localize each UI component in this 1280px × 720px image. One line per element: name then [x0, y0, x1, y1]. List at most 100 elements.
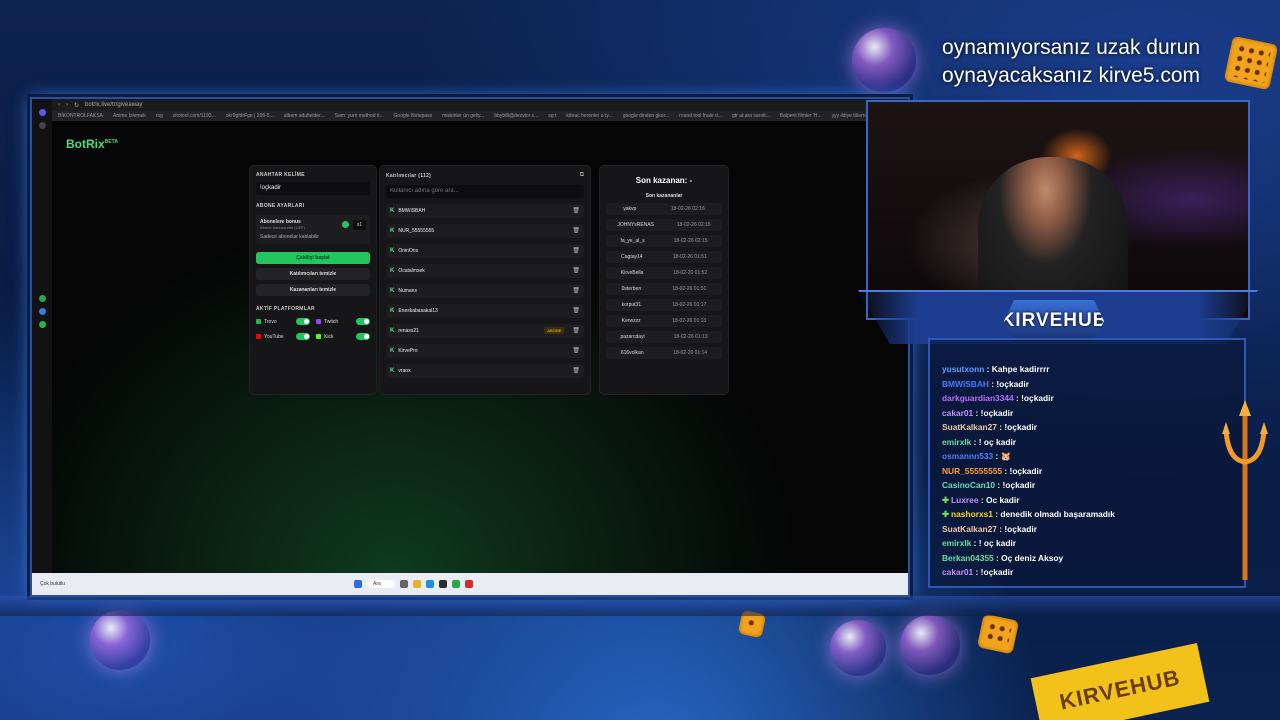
chat-username[interactable]: CasinoCan10 — [942, 480, 995, 490]
platform-toggle[interactable] — [296, 318, 310, 325]
chat-username[interactable]: BMWiSBAH — [942, 379, 989, 389]
task-view-icon[interactable] — [399, 580, 408, 588]
bookmark-item[interactable]: google dindon gkur... — [623, 113, 669, 119]
decor-bubble-icon — [900, 615, 960, 675]
chat-separator: : — [973, 567, 981, 577]
chat-username[interactable]: darkguardian3344 — [942, 393, 1014, 403]
participant-row[interactable]: K Ocatalmsek 🗑 — [386, 263, 584, 278]
bookmark-item[interactable]: miskinler ün geliy... — [442, 113, 484, 119]
opera-icon[interactable] — [464, 580, 473, 588]
participant-row[interactable]: K Eneskabasakal13 🗑 — [386, 303, 584, 318]
participant-search-input[interactable] — [386, 184, 584, 198]
chat-message: emirxlk : ! oç kadir — [942, 435, 1244, 450]
browser-address-bar[interactable]: ‹ › ↻ botrix.live/tr/giveaway — [32, 99, 908, 111]
decor-dice-icon — [1223, 35, 1279, 91]
chat-username[interactable]: yusutxonn — [942, 364, 984, 374]
sub-bonus-desc: Abone bonusu etki (OFF) — [260, 225, 305, 230]
trash-icon[interactable]: 🗑 — [572, 307, 580, 314]
chat-username[interactable]: cakar01 — [942, 408, 973, 418]
platform-youtube: YouTube — [256, 333, 310, 340]
platform-toggle[interactable] — [356, 318, 370, 325]
weather-widget[interactable]: Çok bulutlu — [40, 581, 65, 587]
trash-icon[interactable]: 🗑 — [572, 227, 580, 234]
bookmark-item[interactable]: BİKONTROLFAKSA — [58, 113, 103, 119]
spotify-icon[interactable] — [38, 321, 46, 328]
keyword-input[interactable]: !oçkadir — [256, 182, 370, 195]
url-text[interactable]: botrix.live/tr/giveaway — [85, 102, 142, 108]
winner-row: korput31 18-02-26 01:17 — [606, 299, 722, 311]
chat-text: denedik olmadı başaramadık — [1000, 509, 1115, 519]
bookmark-item[interactable]: kibrac herenler a ty... — [566, 113, 612, 119]
chat-username[interactable]: NUR_55555555 — [942, 466, 1002, 476]
bookmark-item[interactable]: round tool fnale d... — [679, 113, 722, 119]
kirvehub-logo: KIRVEHUB — [1004, 300, 1104, 342]
winner-row: 616volkan 18-02-26 01:14 — [606, 347, 722, 359]
whatsapp-icon[interactable] — [38, 295, 46, 302]
trash-icon[interactable]: 🗑 — [572, 247, 580, 254]
multiplier-select[interactable]: x1 — [352, 219, 366, 230]
file-explorer-icon[interactable] — [412, 580, 421, 588]
chat-username[interactable]: nashorxs1 — [951, 509, 993, 519]
windows-taskbar: Çok bulutlu Ara — [32, 573, 908, 595]
chat-username[interactable]: emirxlk — [942, 538, 971, 548]
platform-toggle[interactable] — [296, 333, 310, 340]
chat-username[interactable]: osmannn533 — [942, 451, 993, 461]
bookmark-item[interactable]: albem adulteider... — [284, 113, 325, 119]
chat-username[interactable]: cakar01 — [942, 567, 973, 577]
bookmark-item[interactable]: Anime İzlemek — [113, 113, 146, 119]
home-icon[interactable] — [38, 109, 46, 116]
participant-row[interactable]: K BMWiSBAH 🗑 — [386, 203, 584, 218]
trash-icon[interactable]: 🗑 — [572, 347, 580, 354]
trash-icon[interactable]: 🗑 — [572, 327, 580, 334]
bookmark-item[interactable]: bbyb8l@dezvlor s... — [494, 113, 538, 119]
platform-toggles: Trovo Twitch YouTube Kick — [256, 318, 370, 340]
trash-icon[interactable]: 🗑 — [572, 267, 580, 274]
participant-row[interactable]: K NUR_55555555 🗑 — [386, 223, 584, 238]
bookmark-item[interactable]: Balperit filmler 'H... — [780, 113, 822, 119]
winner-name: 616volkan — [620, 350, 644, 356]
participant-row[interactable]: K Numans 🗑 — [386, 283, 584, 298]
participant-name: Ocatalmsek — [398, 267, 425, 274]
participant-row[interactable]: K OninOns 🗑 — [386, 243, 584, 258]
trash-icon[interactable]: 🗑 — [572, 367, 580, 374]
messenger-icon[interactable] — [38, 308, 46, 315]
copy-icon[interactable]: ⧉ — [580, 172, 584, 179]
bookmark-item[interactable]: sg t — [548, 113, 556, 119]
bookmark-item[interactable]: gtr at.ara sarıdi... — [732, 113, 770, 119]
back-icon[interactable]: ‹ — [58, 102, 60, 108]
trash-icon[interactable]: 🗑 — [572, 207, 580, 214]
bookmark-item[interactable]: Google Notepass — [394, 113, 433, 119]
kick-icon: K — [390, 307, 395, 314]
winner-name: fa_ye_al_s — [620, 238, 645, 244]
taskbar-search[interactable]: Ara — [367, 580, 395, 588]
chat-separator: : — [984, 364, 992, 374]
chat-username[interactable]: SuatKalkan27 — [942, 524, 997, 534]
windows-start-icon[interactable] — [354, 580, 362, 588]
chat-username[interactable]: emirxlk — [942, 437, 971, 447]
bookmark-item[interactable]: ukr9gfdrFge | 206-5... — [226, 113, 274, 119]
clear-winners-button[interactable]: Kazananları temizle — [256, 284, 370, 296]
bookmark-item[interactable]: zitotool.com/1193... — [173, 113, 216, 119]
participant-row[interactable]: Kvraox 🗑 — [386, 363, 584, 378]
bookmark-item[interactable]: rsg — [156, 113, 163, 119]
star-icon[interactable] — [38, 122, 46, 129]
start-giveaway-button[interactable]: Çekilişi başlat — [256, 252, 370, 264]
bookmark-item[interactable]: yyy ildiye bilerro — [832, 113, 868, 119]
chat-username[interactable]: Luxree — [951, 495, 978, 505]
bookmark-item[interactable]: Sam: yurn method it... — [335, 113, 384, 119]
forward-icon[interactable]: › — [66, 102, 68, 108]
clear-participants-button[interactable]: Katılımcıları temizle — [256, 268, 370, 280]
sub-only-checkbox[interactable]: Sadece abonelar katılabilir — [260, 234, 366, 240]
edge-icon[interactable] — [425, 580, 434, 588]
trash-icon[interactable]: 🗑 — [572, 287, 580, 294]
store-icon[interactable] — [438, 580, 447, 588]
sub-bonus-toggle[interactable] — [341, 221, 349, 228]
chat-message: cakar01 : !oçkadir — [942, 406, 1244, 421]
chat-username[interactable]: Berkan04355 — [942, 553, 994, 563]
participant-row[interactable]: K KirvePro 🗑 — [386, 343, 584, 358]
reload-icon[interactable]: ↻ — [74, 102, 79, 109]
participant-row[interactable]: Krenass21 ABONE 🗑 — [386, 323, 584, 338]
chrome-icon[interactable] — [451, 580, 460, 588]
platform-toggle[interactable] — [356, 333, 370, 340]
chat-username[interactable]: SuatKalkan27 — [942, 422, 997, 432]
